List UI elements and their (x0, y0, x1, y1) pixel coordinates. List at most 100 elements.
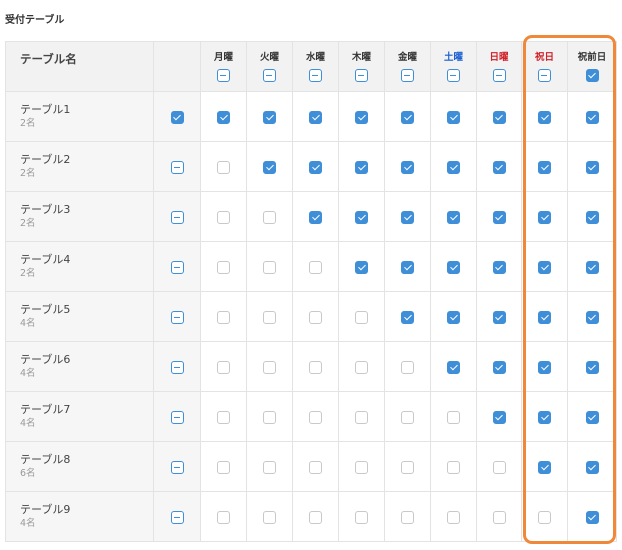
day-checkbox[interactable] (263, 261, 276, 274)
row-toggle-checkbox[interactable] (170, 361, 184, 374)
day-checkbox[interactable] (355, 261, 368, 274)
row-toggle-checkbox[interactable] (170, 261, 184, 274)
day-checkbox[interactable] (492, 211, 506, 224)
day-checkbox[interactable] (263, 361, 276, 374)
day-checkbox[interactable] (492, 311, 506, 324)
day-checkbox[interactable] (492, 461, 506, 474)
row-toggle-checkbox[interactable] (170, 461, 184, 474)
day-checkbox[interactable] (309, 511, 322, 524)
day-checkbox[interactable] (355, 361, 368, 374)
day-checkbox[interactable] (447, 311, 460, 324)
day-checkbox[interactable] (217, 311, 230, 324)
day-checkbox[interactable] (309, 311, 322, 324)
day-checkbox[interactable] (538, 111, 551, 124)
day-checkbox[interactable] (401, 161, 414, 174)
day-checkbox[interactable] (217, 161, 230, 174)
day-checkbox[interactable] (263, 161, 276, 174)
day-checkbox[interactable] (585, 411, 599, 424)
day-checkbox[interactable] (217, 211, 230, 224)
section-title: 受付テーブル (5, 15, 65, 26)
day-checkbox[interactable] (355, 111, 368, 124)
day-checkbox[interactable] (538, 161, 551, 174)
day-checkbox[interactable] (263, 511, 276, 524)
day-checkbox[interactable] (538, 261, 551, 274)
day-checkbox[interactable] (309, 361, 322, 374)
column-toggle-checkbox[interactable] (355, 69, 368, 82)
row-toggle-checkbox[interactable] (170, 511, 184, 524)
row-toggle-checkbox[interactable] (170, 111, 184, 124)
row-toggle-checkbox[interactable] (170, 311, 184, 324)
day-checkbox[interactable] (263, 211, 276, 224)
day-checkbox[interactable] (263, 311, 276, 324)
day-checkbox[interactable] (355, 411, 368, 424)
day-checkbox[interactable] (355, 311, 368, 324)
day-checkbox[interactable] (492, 161, 506, 174)
day-checkbox[interactable] (401, 511, 414, 524)
day-checkbox[interactable] (401, 211, 414, 224)
day-checkbox[interactable] (309, 411, 322, 424)
day-checkbox[interactable] (401, 461, 414, 474)
day-checkbox[interactable] (538, 311, 551, 324)
day-checkbox[interactable] (217, 111, 230, 124)
day-checkbox[interactable] (447, 261, 460, 274)
day-checkbox[interactable] (492, 361, 506, 374)
day-checkbox[interactable] (309, 161, 322, 174)
column-toggle-checkbox[interactable] (492, 69, 506, 82)
day-checkbox[interactable] (447, 111, 460, 124)
day-checkbox[interactable] (447, 161, 460, 174)
day-checkbox[interactable] (492, 261, 506, 274)
day-checkbox[interactable] (263, 411, 276, 424)
row-toggle-checkbox[interactable] (170, 211, 184, 224)
day-checkbox[interactable] (309, 261, 322, 274)
day-checkbox[interactable] (401, 361, 414, 374)
column-toggle-checkbox[interactable] (585, 69, 599, 82)
day-checkbox[interactable] (492, 511, 506, 524)
day-checkbox[interactable] (355, 511, 368, 524)
day-checkbox[interactable] (447, 511, 460, 524)
day-checkbox[interactable] (538, 511, 551, 524)
day-checkbox[interactable] (585, 461, 599, 474)
day-checkbox[interactable] (263, 461, 276, 474)
day-checkbox[interactable] (585, 111, 599, 124)
day-checkbox[interactable] (585, 211, 599, 224)
day-checkbox[interactable] (217, 511, 230, 524)
day-checkbox[interactable] (492, 111, 506, 124)
day-checkbox[interactable] (401, 261, 414, 274)
day-checkbox[interactable] (447, 461, 460, 474)
day-checkbox[interactable] (263, 111, 276, 124)
day-checkbox[interactable] (492, 411, 506, 424)
day-checkbox[interactable] (447, 411, 460, 424)
day-checkbox[interactable] (401, 311, 414, 324)
row-toggle-checkbox[interactable] (170, 411, 184, 424)
day-checkbox[interactable] (309, 211, 322, 224)
day-checkbox[interactable] (447, 361, 460, 374)
column-toggle-checkbox[interactable] (217, 69, 230, 82)
day-checkbox[interactable] (217, 461, 230, 474)
column-toggle-checkbox[interactable] (263, 69, 276, 82)
day-checkbox[interactable] (355, 211, 368, 224)
day-checkbox[interactable] (401, 111, 414, 124)
row-toggle-checkbox[interactable] (170, 161, 184, 174)
day-checkbox[interactable] (217, 411, 230, 424)
day-checkbox[interactable] (401, 411, 414, 424)
day-checkbox[interactable] (585, 511, 599, 524)
column-toggle-checkbox[interactable] (309, 69, 322, 82)
day-checkbox[interactable] (447, 211, 460, 224)
day-checkbox[interactable] (538, 461, 551, 474)
day-checkbox[interactable] (585, 261, 599, 274)
day-checkbox[interactable] (585, 311, 599, 324)
day-checkbox[interactable] (585, 361, 599, 374)
day-checkbox[interactable] (538, 361, 551, 374)
day-checkbox[interactable] (538, 411, 551, 424)
day-checkbox[interactable] (585, 161, 599, 174)
day-checkbox[interactable] (355, 161, 368, 174)
column-toggle-checkbox[interactable] (401, 69, 414, 82)
day-checkbox[interactable] (217, 261, 230, 274)
day-checkbox[interactable] (538, 211, 551, 224)
column-toggle-checkbox[interactable] (447, 69, 460, 82)
column-toggle-checkbox[interactable] (538, 69, 551, 82)
day-checkbox[interactable] (309, 111, 322, 124)
day-checkbox[interactable] (309, 461, 322, 474)
day-checkbox[interactable] (355, 461, 368, 474)
day-checkbox[interactable] (217, 361, 230, 374)
